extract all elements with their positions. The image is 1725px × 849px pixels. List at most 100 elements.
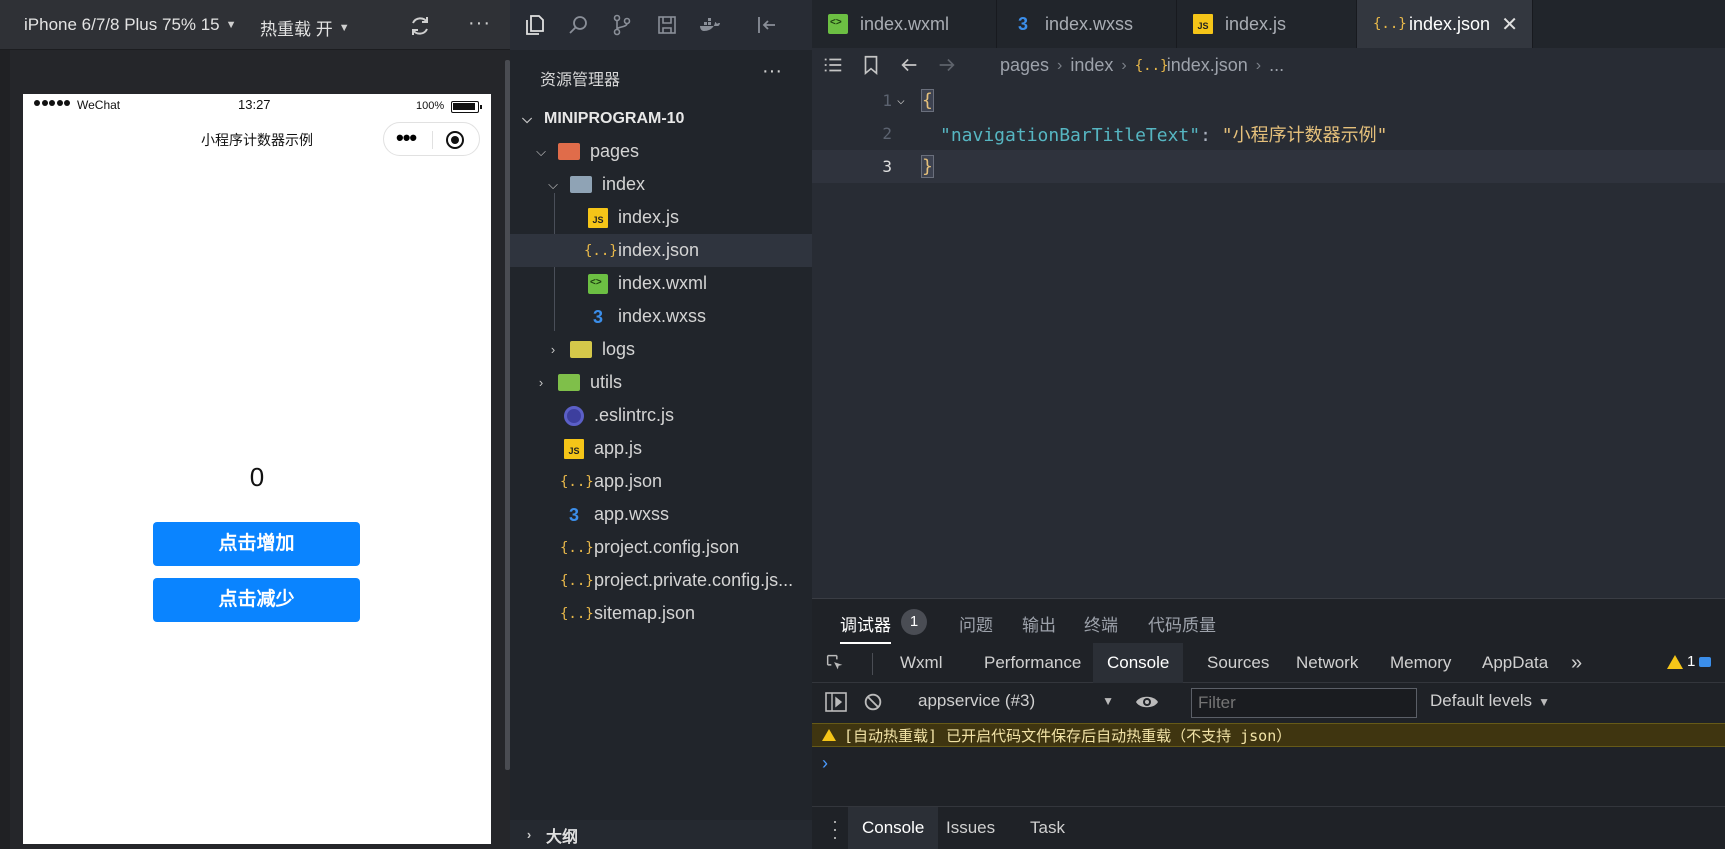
source-control-icon[interactable]: [610, 13, 634, 37]
tree-item-app-wxss[interactable]: 3 app.wxss: [510, 498, 812, 531]
tab-problems[interactable]: 问题: [959, 611, 993, 636]
breadcrumb-item[interactable]: pages: [1000, 55, 1049, 76]
chevron-right-icon: ›: [1121, 56, 1127, 74]
tree-item-sitemap[interactable]: {..} sitemap.json: [510, 597, 812, 630]
drawer-tab-console[interactable]: Console: [848, 807, 939, 849]
drawer-tab-issues[interactable]: Issues: [932, 807, 1009, 849]
tree-item-label: .eslintrc.js: [594, 405, 675, 425]
tree-item-app-json[interactable]: {..} app.json: [510, 465, 812, 498]
tab-index-wxml[interactable]: index.wxml: [812, 0, 997, 48]
tree-item-utils[interactable]: › utils: [510, 366, 812, 399]
context-value: appservice (#3): [918, 691, 1036, 710]
tree-item-app-js[interactable]: JS app.js: [510, 432, 812, 465]
tab-output[interactable]: 输出: [1022, 611, 1056, 636]
code-line: 1 ⌵ {: [812, 84, 1725, 117]
code-text: }: [921, 155, 934, 178]
json-file-icon: {..}: [560, 572, 594, 589]
warning-icon: [822, 729, 836, 741]
files-icon[interactable]: [523, 13, 547, 37]
tree-item-index-js[interactable]: JS index.js: [510, 201, 812, 234]
tab-debugger[interactable]: 调试器: [840, 611, 891, 644]
inspect-element-icon[interactable]: [824, 652, 846, 674]
sidebar-toggle-icon[interactable]: [824, 691, 848, 713]
refresh-icon[interactable]: [408, 14, 432, 38]
close-icon[interactable]: ✕: [1501, 12, 1518, 37]
explorer-title: 资源管理器: [540, 72, 621, 89]
explorer-pane: 资源管理器 ··· ⌵ MINIPROGRAM-10 ⌵ pages ⌵ ind…: [510, 0, 812, 849]
tree-item-project-private-config[interactable]: {..} project.private.config.js...: [510, 564, 812, 597]
tree-item-index-wxss[interactable]: 3 index.wxss: [510, 300, 812, 333]
tab-memory[interactable]: Memory: [1376, 643, 1465, 683]
docker-icon[interactable]: [698, 13, 722, 37]
tab-index-wxss[interactable]: 3 index.wxss: [997, 0, 1177, 48]
forward-arrow-icon[interactable]: [936, 54, 958, 76]
close-brace: }: [921, 155, 934, 178]
tab-index-json[interactable]: {..} index.json ✕: [1357, 0, 1533, 48]
filter-input[interactable]: [1191, 688, 1417, 718]
close-miniprogram-icon[interactable]: [446, 131, 464, 149]
line-number: 1: [882, 91, 892, 110]
tree-item-index-json[interactable]: {..} index.json: [510, 234, 812, 267]
simulator-edge: [0, 50, 10, 849]
editor-tabs: index.wxml 3 index.wxss JS index.js {..}…: [812, 0, 1725, 48]
warning-counter[interactable]: 1: [1667, 653, 1712, 670]
eye-icon[interactable]: [1134, 691, 1160, 713]
tree-item-label: index.js: [618, 207, 680, 227]
chevron-right-icon: ›: [526, 827, 532, 842]
context-select[interactable]: appservice (#3) ▼: [918, 691, 1114, 711]
tree-item-index-wxml[interactable]: index.wxml: [510, 267, 812, 300]
folder-open-icon: [570, 176, 592, 193]
more-icon[interactable]: ···: [762, 60, 782, 83]
more-tabs-icon[interactable]: »: [1557, 643, 1596, 683]
hot-reload-select[interactable]: 热重载 开 ▼: [260, 15, 350, 40]
more-icon[interactable]: ···: [468, 12, 491, 35]
breadcrumb-item[interactable]: index.json: [1167, 55, 1248, 76]
tab-wxml[interactable]: Wxml: [886, 643, 956, 683]
clear-console-icon[interactable]: [862, 691, 884, 713]
drawer-tab-task[interactable]: Task: [1016, 807, 1079, 849]
increase-button[interactable]: 点击增加: [153, 522, 360, 566]
tab-performance[interactable]: Performance: [970, 643, 1095, 683]
breadcrumb-item[interactable]: ...: [1269, 55, 1284, 76]
open-brace: {: [921, 89, 934, 112]
collapse-panel-icon[interactable]: [755, 13, 779, 37]
outline-section[interactable]: › 大纲: [510, 820, 812, 849]
tree-item-pages[interactable]: ⌵ pages: [510, 135, 812, 168]
tree-item-eslintrc[interactable]: .eslintrc.js: [510, 399, 812, 432]
tree-item-project-config[interactable]: {..} project.config.json: [510, 531, 812, 564]
tab-code-quality[interactable]: 代码质量: [1148, 611, 1216, 636]
tab-console[interactable]: Console: [1093, 643, 1184, 683]
tree-item-logs[interactable]: › logs: [510, 333, 812, 366]
search-icon[interactable]: [566, 13, 590, 37]
breadcrumb-item[interactable]: index: [1070, 55, 1113, 76]
device-select[interactable]: iPhone 6/7/8 Plus 75% 15 ▼: [24, 15, 237, 35]
project-root[interactable]: ⌵ MINIPROGRAM-10: [510, 102, 812, 135]
kebab-menu-icon[interactable]: · · ·: [832, 812, 838, 846]
tab-sources[interactable]: Sources: [1193, 643, 1283, 683]
json-file-icon: {..}: [584, 242, 618, 259]
decrease-button[interactable]: 点击减少: [153, 578, 360, 622]
chevron-down-icon: ⌵: [548, 176, 558, 192]
css-file-icon: 3: [592, 306, 603, 327]
more-icon[interactable]: •••: [396, 127, 417, 149]
tab-appdata[interactable]: AppData: [1468, 643, 1562, 683]
tree-item-label: logs: [602, 339, 636, 359]
drawer-tabs: · · · Console Issues Task: [812, 806, 1725, 849]
console-prompt[interactable]: ›: [822, 753, 828, 774]
list-icon[interactable]: [822, 54, 844, 76]
menu-capsule[interactable]: •••: [383, 122, 480, 156]
tree-item-index-folder[interactable]: ⌵ index: [510, 168, 812, 201]
fold-chevron-icon[interactable]: ⌵: [897, 93, 905, 108]
storage-icon[interactable]: [655, 13, 679, 37]
debug-tabs: 调试器 1 问题 输出 终端 代码质量: [812, 599, 1725, 644]
log-levels-select[interactable]: Default levels ▼: [1430, 691, 1550, 711]
bookmark-icon[interactable]: [860, 54, 882, 76]
console-toolbar: appservice (#3) ▼ Default levels ▼: [812, 683, 1725, 723]
tab-terminal[interactable]: 终端: [1084, 611, 1118, 636]
css-file-icon: 3: [1017, 14, 1028, 34]
breadcrumb-path: pages › index › {..} index.json › ...: [1000, 55, 1284, 76]
tab-index-js[interactable]: JS index.js: [1177, 0, 1357, 48]
tab-network[interactable]: Network: [1282, 643, 1372, 683]
code-line-current: 3 }: [812, 150, 1725, 183]
back-arrow-icon[interactable]: [898, 54, 920, 76]
